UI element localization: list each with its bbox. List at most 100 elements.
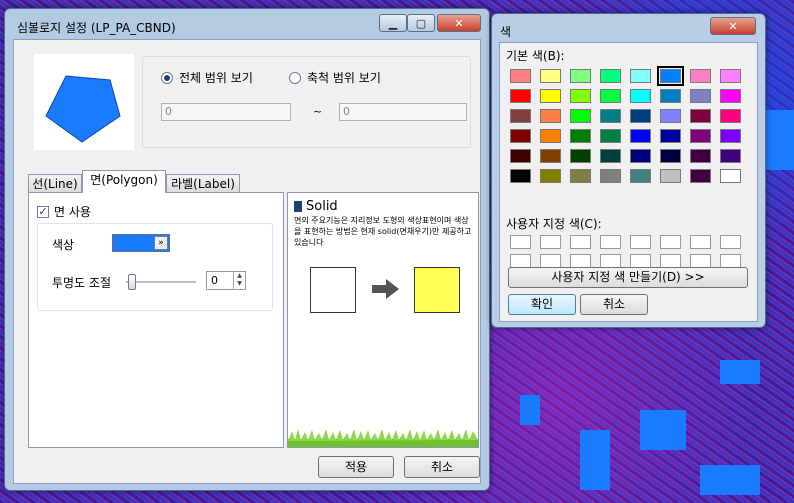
basic-color-swatch[interactable] — [600, 149, 621, 163]
opacity-slider-thumb[interactable] — [128, 274, 136, 290]
basic-color-swatch[interactable] — [570, 129, 591, 143]
custom-color-slot[interactable] — [600, 235, 621, 249]
basic-color-swatch[interactable] — [720, 149, 741, 163]
radio-scale-indicator — [289, 71, 301, 84]
ok-button[interactable]: 확인 — [508, 294, 576, 315]
tab-line[interactable]: 선(Line) — [28, 174, 82, 192]
basic-color-swatch[interactable] — [600, 89, 621, 103]
basic-color-swatch[interactable] — [720, 69, 741, 83]
color-dropdown[interactable]: » — [112, 234, 170, 252]
basic-color-swatch[interactable] — [570, 169, 591, 183]
tab-polygon[interactable]: 면(Polygon) — [82, 170, 166, 193]
custom-color-slot[interactable] — [600, 254, 621, 268]
basic-color-swatch[interactable] — [570, 69, 591, 83]
basic-color-swatch[interactable] — [540, 169, 561, 183]
basic-color-swatch[interactable] — [720, 89, 741, 103]
basic-color-swatch[interactable] — [600, 169, 621, 183]
maximize-button[interactable]: ▢ — [407, 14, 435, 32]
basic-color-swatch[interactable] — [510, 89, 531, 103]
apply-button[interactable]: 적용 — [318, 456, 394, 478]
custom-color-slot[interactable] — [510, 254, 531, 268]
check-icon: ✓ — [37, 204, 49, 218]
basic-color-swatch[interactable] — [720, 129, 741, 143]
basic-color-swatch[interactable] — [690, 69, 711, 83]
basic-color-swatch[interactable] — [630, 89, 651, 103]
custom-color-slot[interactable] — [630, 254, 651, 268]
basic-color-swatch[interactable] — [600, 109, 621, 123]
basic-color-swatch[interactable] — [630, 69, 651, 83]
basic-color-swatch[interactable] — [600, 69, 621, 83]
basic-color-swatch[interactable] — [570, 89, 591, 103]
basic-color-swatch[interactable] — [630, 169, 651, 183]
title-bar[interactable]: 심볼로지 설정 (LP_PA_CBND) ▁ ▢ ✕ — [5, 9, 489, 39]
info-heading: Solid — [306, 199, 338, 214]
radio-scale-label: 축척 범위 보기 — [307, 71, 381, 85]
custom-color-slot[interactable] — [720, 235, 741, 249]
basic-color-swatch[interactable] — [690, 169, 711, 183]
basic-color-swatch[interactable] — [510, 169, 531, 183]
radio-all-extent[interactable]: 전체 범위 보기 — [161, 69, 253, 86]
basic-color-swatch[interactable] — [630, 149, 651, 163]
basic-color-swatch[interactable] — [540, 69, 561, 83]
max-scale-field[interactable]: 0 — [339, 103, 467, 121]
use-polygon-checkbox[interactable]: ✓ 면 사용 — [37, 203, 91, 220]
custom-color-slot[interactable] — [510, 235, 531, 249]
basic-color-swatch[interactable] — [570, 109, 591, 123]
minimize-icon: ▁ — [388, 17, 398, 30]
basic-color-swatch[interactable] — [540, 149, 561, 163]
radio-scale-extent[interactable]: 축척 범위 보기 — [289, 69, 381, 86]
basic-color-swatch[interactable] — [690, 109, 711, 123]
basic-color-swatch[interactable] — [630, 129, 651, 143]
custom-color-slot[interactable] — [660, 235, 681, 249]
basic-color-swatch[interactable] — [660, 89, 681, 103]
basic-color-swatch[interactable] — [690, 149, 711, 163]
custom-color-slot[interactable] — [690, 254, 711, 268]
define-custom-colors-button[interactable]: 사용자 지정 색 만들기(D) >> — [508, 267, 748, 288]
basic-color-swatch[interactable] — [690, 89, 711, 103]
basic-color-swatch[interactable] — [690, 129, 711, 143]
basic-color-swatch[interactable] — [600, 129, 621, 143]
custom-color-slot[interactable] — [690, 235, 711, 249]
basic-color-swatch[interactable] — [510, 109, 531, 123]
cancel-button[interactable]: 취소 — [404, 456, 480, 478]
basic-color-swatch[interactable] — [657, 66, 684, 86]
color-close-button[interactable]: ✕ — [710, 17, 756, 35]
symbology-dialog: 심볼로지 설정 (LP_PA_CBND) ▁ ▢ ✕ 전체 범위 보기 축척 범… — [4, 8, 490, 491]
spin-down-icon[interactable]: ▼ — [234, 280, 245, 288]
opacity-spinner[interactable]: 0 ▲ ▼ — [206, 271, 246, 290]
basic-color-swatch[interactable] — [510, 129, 531, 143]
basic-color-swatch[interactable] — [660, 129, 681, 143]
basic-color-swatch[interactable] — [510, 149, 531, 163]
minimize-button[interactable]: ▁ — [379, 14, 407, 32]
basic-color-swatch[interactable] — [540, 129, 561, 143]
radio-all-label: 전체 범위 보기 — [179, 71, 253, 85]
color-dialog-title: 색 — [500, 25, 512, 39]
custom-color-slot[interactable] — [540, 254, 561, 268]
basic-color-swatch[interactable] — [570, 149, 591, 163]
custom-color-slot[interactable] — [630, 235, 651, 249]
custom-color-slot[interactable] — [720, 254, 741, 268]
tab-label[interactable]: 라벨(Label) — [166, 174, 240, 192]
custom-color-slot[interactable] — [570, 254, 591, 268]
custom-color-slot[interactable] — [540, 235, 561, 249]
basic-color-swatch[interactable] — [720, 109, 741, 123]
basic-color-swatch[interactable] — [510, 69, 531, 83]
opacity-label: 투명도 조절 — [52, 276, 112, 290]
min-scale-field[interactable]: 0 — [161, 103, 291, 121]
custom-color-slot[interactable] — [570, 235, 591, 249]
custom-colors-label: 사용자 지정 색(C): — [506, 217, 602, 231]
basic-color-swatch[interactable] — [660, 149, 681, 163]
custom-color-slot[interactable] — [660, 254, 681, 268]
basic-color-swatch[interactable] — [540, 89, 561, 103]
color-cancel-button[interactable]: 취소 — [580, 294, 648, 315]
close-icon: ✕ — [728, 20, 738, 33]
basic-color-swatch[interactable] — [720, 169, 741, 183]
basic-color-swatch[interactable] — [660, 109, 681, 123]
opacity-slider-track[interactable] — [126, 281, 196, 283]
close-button[interactable]: ✕ — [437, 14, 481, 32]
basic-color-swatch[interactable] — [630, 109, 651, 123]
range-separator: ~ — [313, 105, 323, 118]
basic-color-swatch[interactable] — [540, 109, 561, 123]
basic-color-swatch[interactable] — [660, 169, 681, 183]
spin-up-icon[interactable]: ▲ — [234, 272, 245, 280]
